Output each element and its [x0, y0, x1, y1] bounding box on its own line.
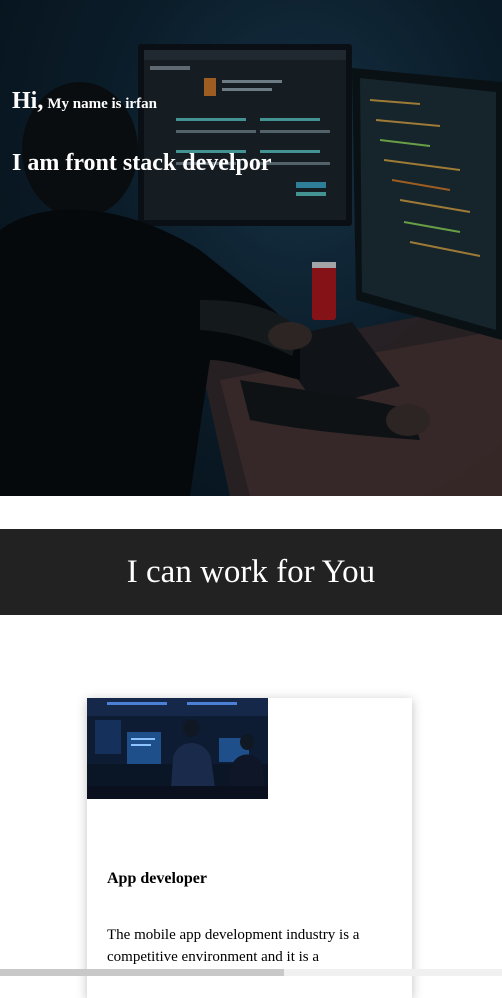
hero-background-image: [0, 0, 502, 496]
hero-greeting: Hi, My name is irfan: [12, 88, 157, 115]
scrollbar-thumb[interactable]: [0, 969, 284, 976]
card-title: App developer: [107, 870, 207, 887]
services-heading: I can work for You: [126, 553, 376, 590]
hero-section: Hi, My name is irfan I am front stack dev…: [0, 0, 502, 496]
hero-role: I am front stack develpor: [12, 150, 272, 176]
horizontal-scrollbar[interactable]: [0, 969, 502, 976]
greeting-name: My name is irfan: [47, 96, 157, 112]
card-image: [87, 698, 268, 799]
card-description: The mobile app development industry is a…: [107, 927, 360, 965]
service-card[interactable]: App developer The mobile app development…: [87, 698, 412, 998]
services-header: I can work for You: [0, 529, 502, 615]
greeting-hi: Hi,: [12, 88, 44, 114]
